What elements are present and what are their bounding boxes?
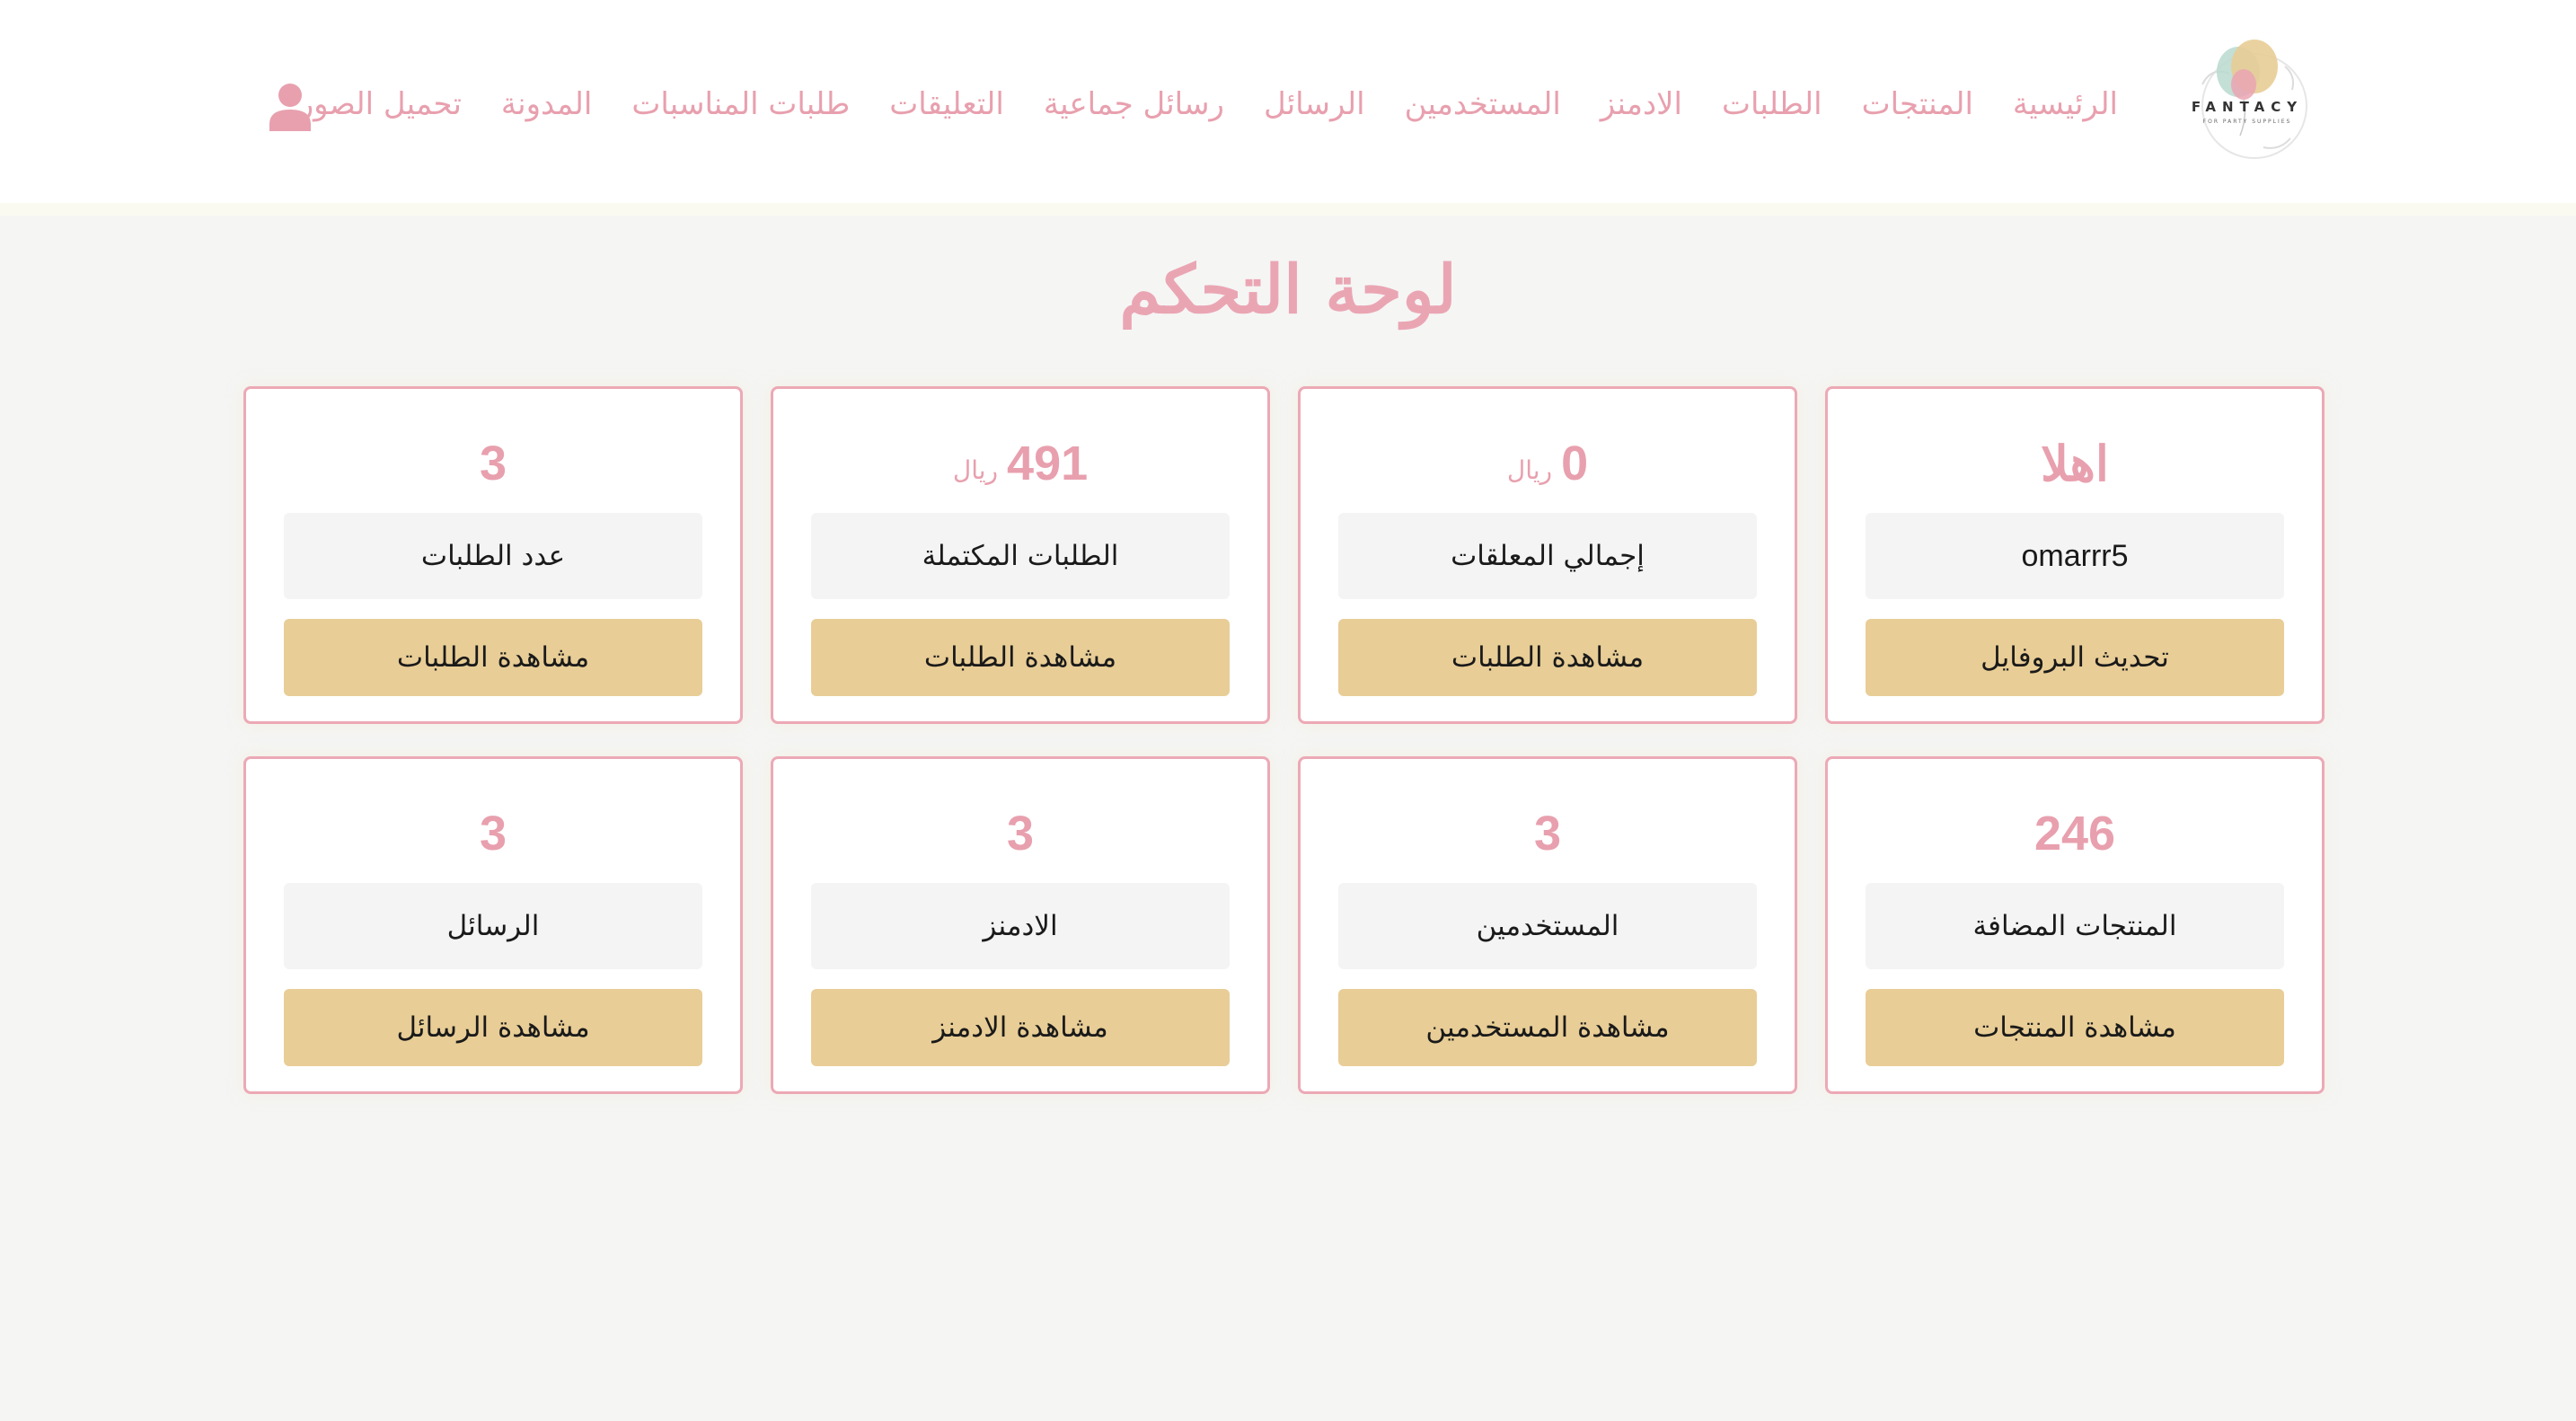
view-completed-orders-button[interactable]: مشاهدة الطلبات bbox=[811, 619, 1230, 696]
card-label: الرسائل bbox=[284, 883, 702, 969]
card-value-number: 3 bbox=[479, 807, 507, 861]
view-products-button[interactable]: مشاهدة المنتجات bbox=[1866, 989, 2284, 1066]
card-label: عدد الطلبات bbox=[284, 513, 702, 599]
nav-item-messages[interactable]: الرسائل bbox=[1264, 86, 1365, 122]
card-value: 3 bbox=[1534, 795, 1561, 872]
card-value: 3 bbox=[480, 425, 507, 502]
view-orders-button[interactable]: مشاهدة الطلبات bbox=[284, 619, 702, 696]
card-profile: اهلا omarrr5 تحديث البروفايل bbox=[1825, 386, 2325, 724]
card-value-number: 491 bbox=[1007, 437, 1089, 490]
view-pending-orders-button[interactable]: مشاهدة الطلبات bbox=[1338, 619, 1757, 696]
card-value: 3 bbox=[480, 795, 507, 872]
card-order-count: 3 عدد الطلبات مشاهدة الطلبات bbox=[243, 386, 743, 724]
card-label: المنتجات المضافة bbox=[1866, 883, 2284, 969]
card-value-unit: ريال bbox=[952, 455, 999, 485]
card-added-products: 246 المنتجات المضافة مشاهدة المنتجات bbox=[1825, 756, 2325, 1094]
card-label: المستخدمين bbox=[1338, 883, 1757, 969]
card-value-number: 3 bbox=[1006, 807, 1035, 861]
card-users: 3 المستخدمين مشاهدة المستخدمين bbox=[1298, 756, 1797, 1094]
view-admins-button[interactable]: مشاهدة الادمنز bbox=[811, 989, 1230, 1066]
dashboard-grid: اهلا omarrr5 تحديث البروفايل 0 ريال إجما… bbox=[241, 386, 2325, 1094]
brand-tagline: FOR PARTY SUPPLIES bbox=[2202, 119, 2292, 125]
card-value-number: اهلا bbox=[2041, 437, 2109, 491]
brand-logo[interactable]: FANTACY FOR PARTY SUPPLIES bbox=[2184, 31, 2310, 174]
user-icon bbox=[269, 84, 311, 131]
view-users-button[interactable]: مشاهدة المستخدمين bbox=[1338, 989, 1757, 1066]
card-value: 3 bbox=[1007, 795, 1034, 872]
nav-item-users[interactable]: المستخدمين bbox=[1405, 86, 1561, 122]
card-admins: 3 الادمنز مشاهدة الادمنز bbox=[771, 756, 1270, 1094]
card-value-number: 3 bbox=[479, 437, 507, 490]
card-label: الطلبات المكتملة bbox=[811, 513, 1230, 599]
card-value: 0 ريال bbox=[1507, 425, 1588, 502]
nav-item-home[interactable]: الرئيسية bbox=[2013, 86, 2118, 122]
brand-wordmark: FANTACY bbox=[2191, 99, 2304, 115]
card-value-number: 246 bbox=[2033, 807, 2116, 861]
card-value-unit: ريال bbox=[1506, 455, 1553, 485]
user-account-button[interactable] bbox=[268, 83, 313, 131]
card-label: إجمالي المعلقات bbox=[1338, 513, 1757, 599]
view-messages-button[interactable]: مشاهدة الرسائل bbox=[284, 989, 702, 1066]
nav-item-upload-images[interactable]: تحميل الصور bbox=[299, 86, 462, 122]
nav-item-products[interactable]: المنتجات bbox=[1862, 86, 1973, 122]
card-value: 491 ريال bbox=[953, 425, 1088, 502]
card-messages: 3 الرسائل مشاهدة الرسائل bbox=[243, 756, 743, 1094]
nav-item-bulk-messages[interactable]: رسائل جماعية bbox=[1044, 86, 1224, 122]
nav-item-orders[interactable]: الطلبات bbox=[1722, 86, 1822, 122]
nav-item-blog[interactable]: المدونة bbox=[501, 86, 592, 122]
card-pending-total: 0 ريال إجمالي المعلقات مشاهدة الطلبات bbox=[1298, 386, 1797, 724]
nav-item-admins[interactable]: الادمنز bbox=[1601, 86, 1682, 122]
nav-item-occasion-orders[interactable]: طلبات المناسبات bbox=[631, 86, 850, 122]
card-completed-orders: 491 ريال الطلبات المكتملة مشاهدة الطلبات bbox=[771, 386, 1270, 724]
update-profile-button[interactable]: تحديث البروفايل bbox=[1866, 619, 2284, 696]
top-navbar: FANTACY FOR PARTY SUPPLIES الرئيسية المن… bbox=[0, 0, 2576, 216]
card-username: omarrr5 bbox=[1866, 513, 2284, 599]
card-label: الادمنز bbox=[811, 883, 1230, 969]
card-value-number: 3 bbox=[1533, 807, 1562, 861]
nav-item-comments[interactable]: التعليقات bbox=[889, 86, 1004, 122]
card-value: 246 bbox=[2034, 795, 2115, 872]
card-value-number: 0 bbox=[1561, 437, 1589, 490]
page-title: لوحة التحكم bbox=[1119, 252, 1457, 329]
card-value: اهلا bbox=[2041, 425, 2109, 502]
main-nav: الرئيسية المنتجات الطلبات الادمنز المستخ… bbox=[299, 79, 2118, 129]
